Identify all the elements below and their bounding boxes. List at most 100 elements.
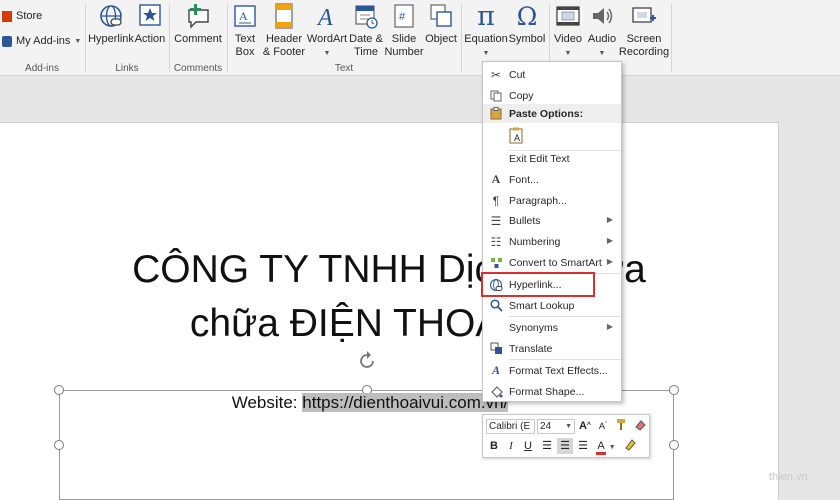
chevron-down-icon: ▼ [323, 50, 331, 57]
bold-button[interactable]: B [486, 438, 502, 454]
align-right-icon: ☰ [578, 440, 588, 452]
font-color-button[interactable]: A ▼ [595, 438, 617, 455]
menu-item-cut[interactable]: ✂ Cut [483, 64, 621, 85]
video-button[interactable]: Video ▼ [552, 3, 584, 60]
align-center-icon: ☰ [560, 440, 570, 452]
menu-item-exit-edit-text[interactable]: Exit Edit Text [483, 148, 621, 169]
hyperlink-button[interactable]: Hyperlink [88, 3, 134, 46]
menu-item-format-text-effects[interactable]: A Format Text Effects... [483, 360, 621, 381]
calendar-icon [349, 3, 383, 31]
menu-item-font[interactable]: A Font... [483, 169, 621, 190]
chevron-down-icon: ▼ [565, 423, 572, 430]
menu-item-smart-lookup[interactable]: Smart Lookup [483, 295, 621, 316]
hyperlink-highlight-box [481, 272, 595, 297]
italic-button[interactable]: I [503, 438, 519, 454]
text-box-button[interactable]: A Text Box [231, 3, 259, 59]
links-group-label: Links [115, 63, 139, 74]
eraser-icon [634, 420, 647, 434]
paste-options-header: Paste Options: [483, 104, 621, 123]
font-icon: A [491, 172, 501, 186]
slide-number-icon: # [383, 3, 425, 31]
comment-button[interactable]: Comment [173, 3, 223, 46]
menu-item-bullets[interactable]: ☰ Bullets ▶ [483, 210, 621, 231]
pi-icon: π [477, 1, 495, 32]
resize-handle[interactable] [669, 440, 679, 450]
addins-group: Store My Add-ins ▼ Add-ins [0, 0, 84, 76]
menu-item-paragraph[interactable]: ¶ Paragraph... [483, 190, 621, 211]
bullets-icon: ☰ [490, 213, 502, 228]
clipboard-icon [483, 103, 509, 124]
addins-icon [2, 35, 12, 47]
chevron-down-icon: ▼ [564, 50, 572, 57]
text-box-icon: A [231, 3, 259, 31]
menu-item-translate[interactable]: Translate [483, 338, 621, 359]
comments-group: Comment Comments [170, 0, 226, 76]
group-divider [671, 4, 672, 72]
comments-group-label: Comments [173, 63, 223, 74]
align-left-icon: ☰ [542, 440, 552, 452]
website-text[interactable]: Website: https://dienthoaivui.com.vn/ [0, 393, 740, 413]
screen-recording-icon [618, 3, 670, 31]
smartart-icon [483, 252, 509, 273]
paint-bucket-icon [483, 381, 509, 402]
text-group-label: Text [334, 63, 354, 74]
font-name-combo[interactable]: Calibri (E [486, 419, 535, 434]
date-time-button[interactable]: Date & Time [349, 3, 383, 59]
submenu-arrow-icon: ▶ [606, 236, 613, 245]
shrink-font-button[interactable]: Aˇ [595, 418, 611, 434]
audio-button[interactable]: Audio ▼ [585, 3, 619, 60]
menu-item-numbering[interactable]: ☷ Numbering ▶ [483, 231, 621, 252]
equation-button[interactable]: π Equation ▼ [463, 3, 509, 60]
selected-url-text[interactable]: https://dienthoaivui.com.vn/ [302, 393, 509, 412]
comment-add-icon [173, 3, 223, 31]
omega-icon: Ω [516, 2, 538, 31]
resize-handle[interactable] [54, 440, 64, 450]
screen-recording-button[interactable]: Screen Recording [618, 3, 670, 59]
translate-icon [483, 338, 509, 359]
rotate-handle-icon[interactable] [357, 351, 377, 371]
object-icon [425, 3, 457, 31]
svg-text:A: A [514, 133, 520, 143]
mini-toolbar: Calibri (E 24 ▼ A^ Aˇ B I U ☰ ☰ ☰ A ▼ [482, 414, 650, 458]
grow-font-button[interactable]: A^ [577, 418, 593, 434]
wordart-button[interactable]: A WordArt ▼ [306, 3, 348, 60]
store-button[interactable]: Store [2, 10, 42, 22]
align-left-button[interactable]: ☰ [539, 438, 555, 454]
font-size-combo[interactable]: 24 ▼ [537, 419, 575, 434]
numbering-icon: ☷ [490, 234, 502, 249]
menu-item-format-shape[interactable]: Format Shape... [483, 381, 621, 402]
slide-title[interactable]: CÔNG TY TNHH Dịch vụ sửa chữa ĐIỆN THOẠI… [0, 245, 778, 349]
highlight-button[interactable] [621, 438, 637, 454]
menu-item-convert-smartart[interactable]: Convert to SmartArt ▶ [483, 252, 621, 273]
clear-format-button[interactable] [632, 418, 648, 434]
slide-number-button[interactable]: # Slide Number [383, 3, 425, 59]
highlighter-icon [623, 439, 636, 454]
chevron-down-icon: ▼ [608, 444, 616, 451]
action-button[interactable]: Action [134, 3, 166, 46]
paste-option-row: A [483, 124, 621, 148]
addins-group-label: Add-ins [25, 63, 59, 74]
my-addins-button[interactable]: My Add-ins ▼ [2, 35, 81, 47]
store-icon [2, 10, 12, 22]
watermark-text: thien.vn [769, 471, 808, 483]
format-painter-button[interactable] [613, 418, 629, 434]
text-effects-icon: A [491, 363, 500, 377]
align-right-button[interactable]: ☰ [575, 438, 591, 454]
header-footer-button[interactable]: Header & Footer [261, 3, 307, 59]
symbol-button[interactable]: Ω Symbol [508, 3, 546, 46]
submenu-arrow-icon: ▶ [606, 322, 613, 331]
object-button[interactable]: Object [425, 3, 457, 46]
underline-button[interactable]: U [520, 438, 536, 454]
chevron-down-icon: ▼ [598, 50, 606, 57]
wordart-icon: A [306, 3, 348, 31]
header-footer-icon [261, 3, 307, 31]
caret-down-icon: ˇ [604, 422, 608, 429]
align-center-button[interactable]: ☰ [557, 438, 573, 454]
search-icon [483, 295, 509, 316]
paste-keep-text-only-icon[interactable]: A [509, 127, 525, 145]
speaker-icon [585, 3, 619, 31]
svg-text:#: # [399, 11, 406, 23]
menu-item-synonyms[interactable]: Synonyms ▶ [483, 317, 621, 338]
svg-text:A: A [316, 5, 333, 29]
paintbrush-icon [615, 419, 628, 434]
